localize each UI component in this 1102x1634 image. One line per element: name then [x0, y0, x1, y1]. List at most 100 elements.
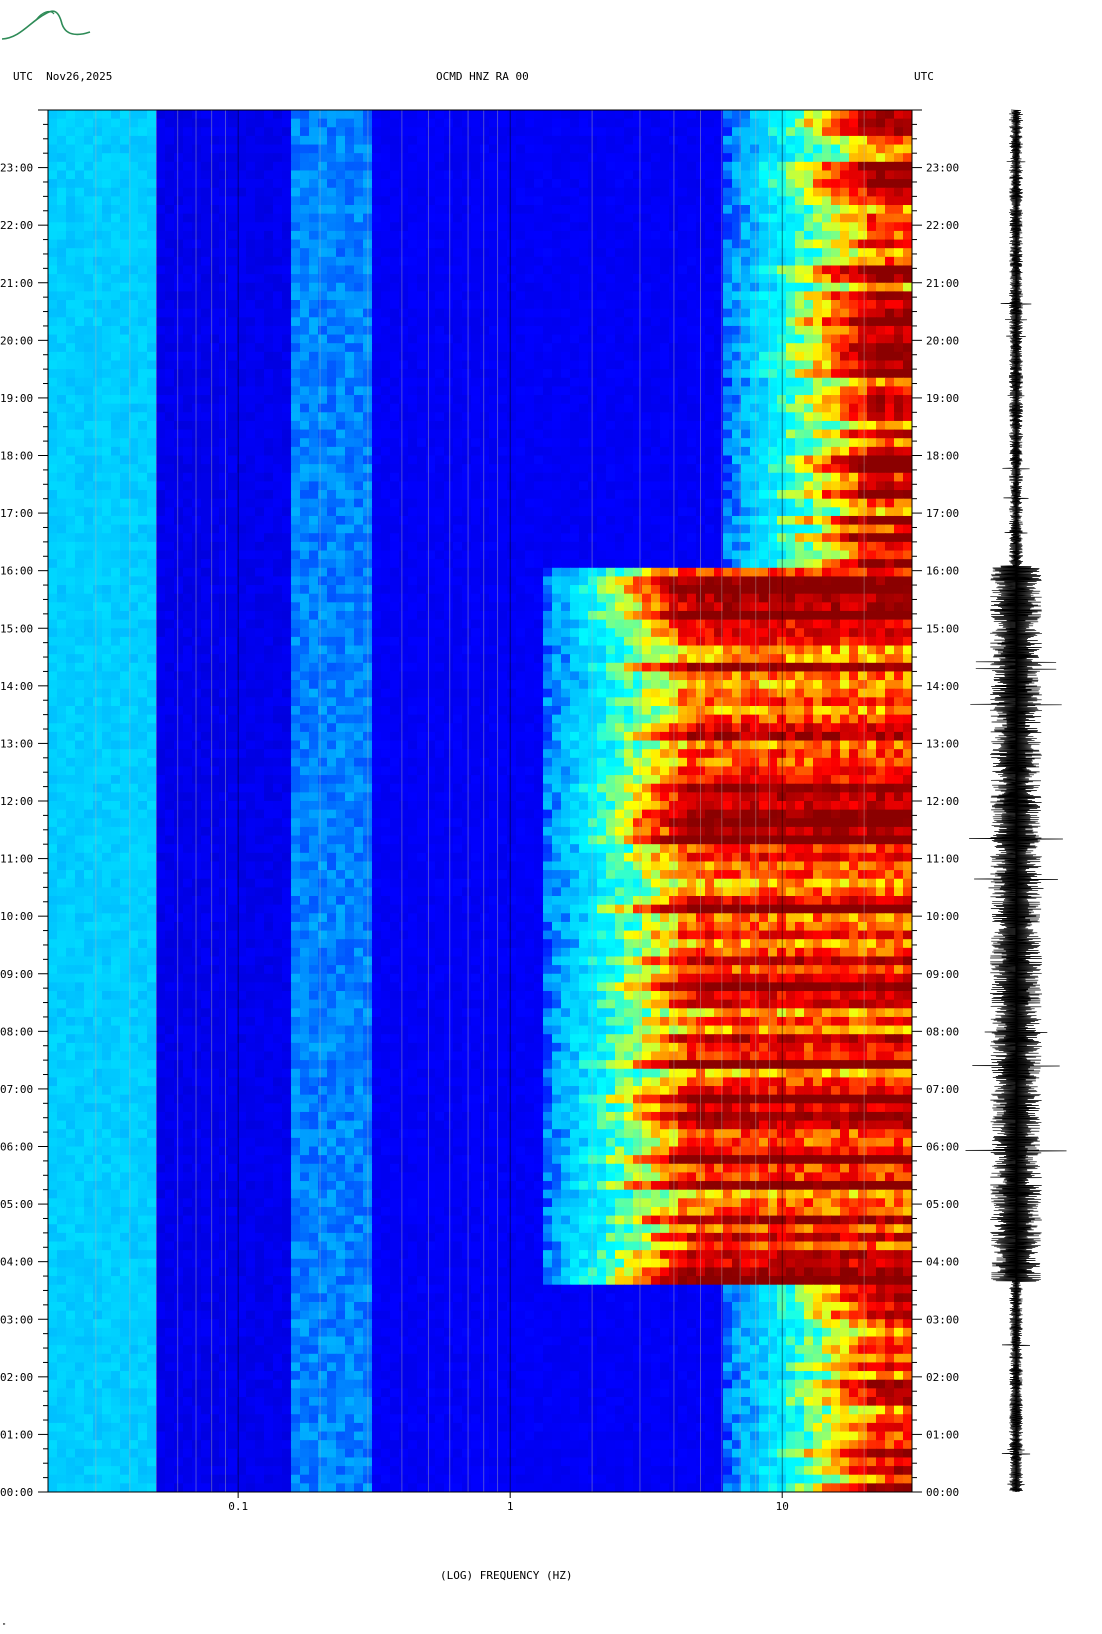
heatmap-cell [426, 498, 436, 508]
heatmap-cell [291, 325, 301, 336]
heatmap-cell [48, 438, 58, 448]
heatmap-cell [453, 377, 463, 387]
heatmap-cell [192, 455, 202, 465]
heatmap-cell [111, 464, 121, 474]
heatmap-cell [336, 317, 346, 327]
heatmap-cell [822, 533, 832, 543]
heatmap-cell [111, 161, 121, 172]
heatmap-cell [192, 153, 202, 163]
heatmap-cell [804, 239, 814, 249]
heatmap-cell [192, 256, 202, 267]
heatmap-cell [777, 170, 787, 180]
heatmap-cell [246, 230, 256, 241]
heatmap-cell [696, 377, 706, 387]
heatmap-cell [606, 464, 616, 474]
heatmap-cell [885, 412, 895, 422]
heatmap-cell [84, 360, 94, 370]
heatmap-cell [786, 118, 796, 128]
heatmap-cell [138, 135, 148, 146]
heatmap-cell [723, 541, 733, 552]
heatmap-cell [813, 455, 823, 465]
heatmap-cell [894, 420, 904, 431]
heatmap-cell [381, 153, 391, 163]
heatmap-cell [705, 127, 715, 137]
heatmap-cell [642, 360, 652, 370]
heatmap-cell [642, 282, 652, 292]
heatmap-cell [507, 351, 517, 362]
heatmap-cell [696, 300, 706, 310]
heatmap-cell [723, 196, 733, 206]
heatmap-cell [831, 110, 841, 120]
heatmap-cell [561, 317, 571, 327]
heatmap-cell [165, 325, 175, 336]
heatmap-cell [147, 395, 157, 405]
heatmap-cell [192, 179, 202, 189]
heatmap-cell [435, 507, 445, 517]
heatmap-cell [498, 472, 508, 483]
heatmap-cell [246, 498, 256, 508]
heatmap-cell [615, 377, 625, 387]
heatmap-cell [759, 507, 769, 517]
heatmap-cell [759, 213, 769, 223]
heatmap-cell [156, 127, 166, 137]
heatmap-cell [147, 161, 157, 172]
heatmap-cell [570, 230, 580, 241]
heatmap-cell [813, 118, 823, 128]
heatmap-cell [534, 446, 544, 457]
heatmap-cell [858, 282, 868, 292]
heatmap-cell [759, 334, 769, 344]
heatmap-cell [804, 274, 814, 284]
heatmap-cell [444, 265, 454, 275]
heatmap-cell [786, 464, 796, 474]
heatmap-cell [561, 524, 571, 534]
heatmap-cell [273, 222, 283, 232]
heatmap-cell [633, 179, 643, 189]
heatmap-cell [543, 187, 553, 197]
heatmap-cell [831, 515, 841, 526]
heatmap-cell [633, 524, 643, 534]
heatmap-cell [273, 464, 283, 474]
heatmap-cell [246, 550, 256, 560]
heatmap-cell [876, 135, 886, 146]
heatmap-cell [219, 179, 229, 189]
heatmap-cell [327, 472, 337, 483]
heatmap-cell [579, 118, 589, 128]
heatmap-cell [651, 135, 661, 146]
heatmap-cell [633, 403, 643, 413]
heatmap-cell [624, 395, 634, 405]
heatmap-cell [102, 472, 112, 483]
heatmap-cell [219, 420, 229, 431]
heatmap-cell [642, 222, 652, 232]
heatmap-cell [147, 196, 157, 206]
heatmap-cell [741, 127, 751, 137]
heatmap-cell [552, 127, 562, 137]
heatmap-cell [579, 265, 589, 275]
heatmap-cell [786, 317, 796, 327]
heatmap-cell [480, 395, 490, 405]
heatmap-cell [687, 230, 697, 241]
heatmap-cell [300, 464, 310, 474]
heatmap-cell [813, 550, 823, 560]
heatmap-cell [228, 429, 238, 439]
heatmap-cell [318, 524, 328, 534]
heatmap-cell [660, 135, 670, 146]
heatmap-cell [417, 265, 427, 275]
heatmap-cell [264, 377, 274, 387]
heatmap-cell [867, 377, 877, 387]
heatmap-cell [273, 429, 283, 439]
heatmap-cell [507, 420, 517, 431]
heatmap-cell [597, 274, 607, 284]
heatmap-cell [273, 395, 283, 405]
heatmap-cell [246, 317, 256, 327]
heatmap-cell [282, 395, 292, 405]
heatmap-cell [417, 541, 427, 552]
heatmap-cell [291, 343, 301, 353]
heatmap-cell [588, 455, 598, 465]
heatmap-cell [759, 377, 769, 387]
heatmap-cell [876, 507, 886, 517]
heatmap-cell [264, 274, 274, 284]
heatmap-cell [327, 351, 337, 362]
heatmap-cell [417, 490, 427, 500]
heatmap-cell [273, 239, 283, 249]
heatmap-cell [228, 127, 238, 137]
